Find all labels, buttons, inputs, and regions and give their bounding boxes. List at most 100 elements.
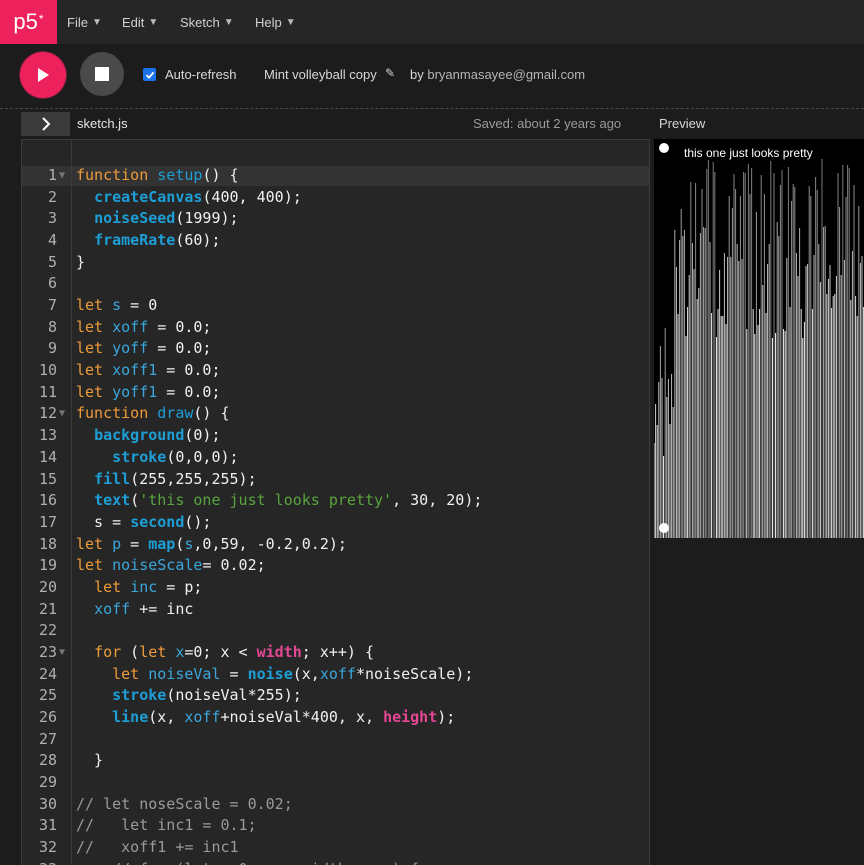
code-line[interactable]: 8 let xoff = 0.0; (22, 317, 649, 339)
code-line[interactable]: 2 createCanvas(400, 400); (22, 187, 649, 209)
code-text: let xoff = 0.0; (76, 317, 212, 336)
code-text: let noiseVal = noise(x,xoff*noiseScale); (112, 664, 474, 683)
code-line[interactable]: 25 stroke(noiseVal*255); (22, 685, 649, 707)
code-editor[interactable]: 1 ▼ function setup() {2 createCanvas(400, … (21, 139, 650, 865)
code-text: let yoff1 = 0.0; (76, 382, 221, 401)
code-text: } (76, 252, 86, 271)
menu-edit[interactable]: Edit ▼ (122, 0, 158, 44)
code-line[interactable]: 23 ▼ for (let x=0; x < width; x++) { (22, 642, 649, 664)
line-number: 28 (38, 751, 57, 770)
line-number: 18 (38, 534, 57, 553)
code-line[interactable]: 9 let yoff = 0.0; (22, 338, 649, 360)
saved-status: Saved: about 2 years ago (473, 116, 622, 131)
code-line[interactable]: 4 frameRate(60); (22, 230, 649, 252)
auto-refresh-label[interactable]: Auto-refresh (165, 67, 237, 82)
code-text: createCanvas(400, 400); (94, 187, 302, 206)
code-line[interactable]: 6 (22, 273, 649, 295)
stop-button[interactable] (80, 52, 124, 96)
code-text: let noiseScale= 0.02; (76, 556, 266, 575)
p5-logo[interactable]: p5 * (0, 0, 57, 44)
menu-help[interactable]: Help ▼ (255, 0, 296, 44)
code-text: line(x, xoff+noiseVal*400, x, height); (112, 708, 456, 726)
play-button[interactable] (20, 52, 66, 98)
code-line[interactable]: 24 let noiseVal = noise(x,xoff*noiseScal… (22, 664, 649, 686)
code-line[interactable]: 5} (22, 252, 649, 274)
line-number: 8 (47, 317, 57, 336)
code-line[interactable]: 12 ▼ function draw() { (22, 403, 649, 425)
line-number: 6 (47, 274, 57, 293)
menu-file[interactable]: File ▼ (67, 0, 102, 44)
menu-sketch-label: Sketch (180, 14, 220, 30)
line-number: 16 (38, 491, 57, 510)
code-line[interactable]: 7 let s = 0 (22, 295, 649, 317)
code-line[interactable]: 10 let xoff1 = 0.0; (22, 360, 649, 382)
chevron-down-icon: ▼ (285, 16, 296, 28)
toolbar: Auto-refresh Mint volleyball copy ✎ by b… (0, 44, 864, 109)
code-line[interactable]: 19 let noiseScale= 0.02; (22, 555, 649, 577)
code-line[interactable]: 29 (22, 772, 649, 794)
owner-link[interactable]: bryanmasayee@gmail.com (427, 67, 585, 82)
fold-arrow-icon[interactable]: ▼ (59, 403, 65, 425)
file-name[interactable]: sketch.js (77, 116, 128, 131)
code-line[interactable]: 14 stroke(0,0,0); (22, 447, 649, 469)
preview-canvas[interactable]: this one just looks pretty (654, 139, 864, 538)
chevron-down-icon: ▼ (148, 16, 159, 28)
code-line[interactable]: 30 // let noseScale = 0.02; (22, 794, 649, 816)
line-number: 27 (38, 729, 57, 748)
line-number: 19 (38, 556, 57, 575)
code-line[interactable]: 13 background(0); (22, 425, 649, 447)
logo-text: p5 (13, 9, 38, 34)
menu-help-label: Help (255, 14, 282, 30)
code-text: stroke(0,0,0); (112, 447, 239, 466)
menu-sketch[interactable]: Sketch ▼ (180, 0, 234, 44)
fold-arrow-icon[interactable]: ▼ (59, 165, 65, 187)
code-text: let xoff1 = 0.0; (76, 361, 221, 380)
pencil-icon[interactable]: ✎ (385, 66, 395, 80)
line-number: 4 (47, 231, 57, 250)
line-number: 20 (38, 577, 57, 596)
code-text: fill(255,255,255); (94, 469, 257, 488)
line-number: 32 (38, 838, 57, 857)
noise-lines-graphic (654, 159, 864, 538)
code-line[interactable]: 15 fill(255,255,255); (22, 469, 649, 491)
chevron-down-icon: ▼ (223, 16, 234, 28)
code-line[interactable]: 27 (22, 729, 649, 751)
code-line[interactable]: 17 s = second(); (22, 512, 649, 534)
code-text: text('this one just looks pretty', 30, 2… (94, 491, 483, 510)
code-line[interactable]: 21 xoff += inc (22, 599, 649, 621)
line-number: 11 (38, 382, 57, 401)
fold-arrow-icon[interactable]: ▼ (59, 642, 65, 664)
line-number: 9 (47, 339, 57, 358)
preview-canvas-text: this one just looks pretty (684, 146, 813, 160)
stop-icon (95, 67, 109, 81)
auto-refresh-checkbox[interactable] (143, 68, 156, 81)
code-line[interactable]: 3 noiseSeed(1999); (22, 208, 649, 230)
line-number: 15 (38, 469, 57, 488)
line-number: 3 (47, 209, 57, 228)
line-number: 21 (38, 599, 57, 618)
chevron-down-icon: ▼ (91, 16, 102, 28)
code-text: background(0); (94, 426, 221, 445)
line-number: 24 (38, 664, 57, 683)
line-number: 22 (38, 621, 57, 640)
top-nav: p5 * File ▼ Edit ▼ Sketch ▼ Help ▼ (0, 0, 864, 44)
code-text: stroke(noiseVal*255); (112, 686, 302, 705)
code-line[interactable]: 20 let inc = p; (22, 577, 649, 599)
code-text: noiseSeed(1999); (94, 209, 239, 228)
code-line[interactable]: 16 text('this one just looks pretty', 30… (22, 490, 649, 512)
line-number: 2 (47, 187, 57, 206)
code-line[interactable]: 31 // let inc1 = 0.1; (22, 815, 649, 837)
sidebar-toggle-button[interactable] (21, 112, 70, 136)
code-line[interactable]: 26 line(x, xoff+noiseVal*400, x, height)… (22, 707, 649, 729)
code-line[interactable]: 28 } (22, 750, 649, 772)
project-name[interactable]: Mint volleyball copy (264, 67, 377, 82)
code-line[interactable]: 1 ▼ function setup() { (22, 165, 649, 187)
code-line[interactable]: 22 (22, 620, 649, 642)
preview-dot-top (659, 143, 669, 153)
code-line[interactable]: 18 let p = map(s,0,59, -0.2,0.2); (22, 534, 649, 556)
code-line[interactable]: 32 // xoff1 += inc1 (22, 837, 649, 859)
line-number: 5 (47, 252, 57, 271)
code-text: frameRate(60); (94, 231, 221, 250)
code-line[interactable]: 11 let yoff1 = 0.0; (22, 382, 649, 404)
code-line[interactable]: 33 // for (let x=0; x < width; x++) { (22, 859, 649, 865)
